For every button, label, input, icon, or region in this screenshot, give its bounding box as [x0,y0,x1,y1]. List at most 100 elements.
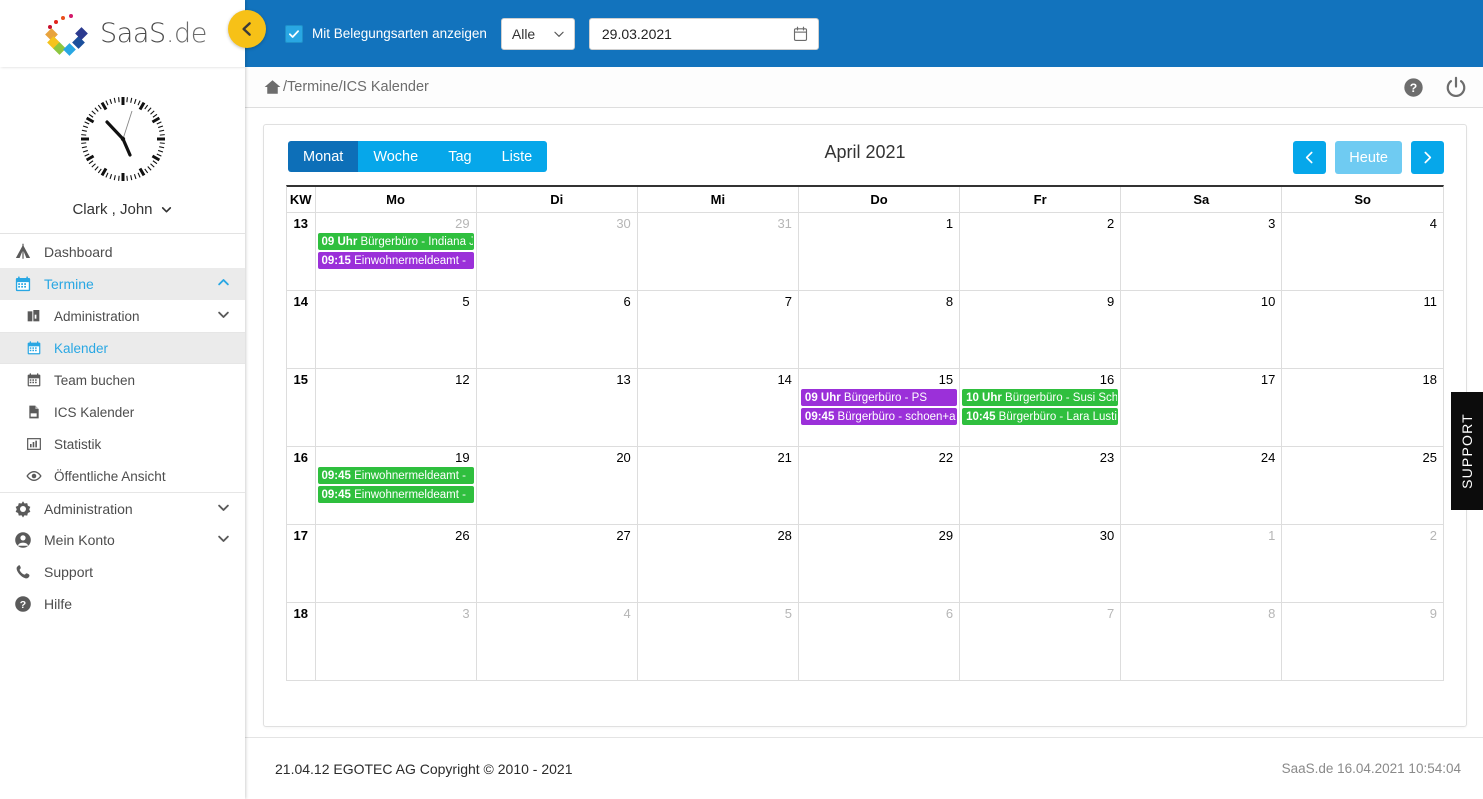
calendar-day-cell[interactable]: 4 [476,602,638,680]
calendar-day-cell[interactable]: 5 [637,602,799,680]
calendar-day-number: 25 [1422,449,1437,465]
calendar-day-cell[interactable]: 20 [476,446,638,525]
calendar-day-cell[interactable]: 9 [1282,602,1443,680]
calendar-day-cell[interactable]: 8 [1120,602,1283,680]
calendar-day-cell[interactable]: 21 [637,446,799,525]
calendar-event[interactable]: 09 Uhr Bürgerbüro - PS [800,388,958,406]
calendar-day-cell[interactable]: 12 [315,368,477,447]
calendar-week-row: 14 5 6 7 8 9 10 11 [287,290,1443,369]
sidebar-item-label: Kalender [54,340,109,356]
calendar-prev-button[interactable] [1293,141,1327,174]
sidebar-item-kalender[interactable]: Kalender [0,332,245,364]
calendar-day-cell[interactable]: 2 [959,212,1122,291]
calendar-event[interactable]: 09:15 Einwohnermeldeamt - [317,251,474,269]
calendar-day-cell[interactable]: 6 [476,290,638,369]
calendar-today-button[interactable]: Heute [1335,141,1402,174]
chevron-down-icon [161,207,171,213]
calendar-day-cell[interactable]: 13 [476,368,638,447]
home-icon[interactable] [263,78,282,96]
sidebar-item-mein-konto[interactable]: Mein Konto [0,524,245,556]
chevron-down-icon[interactable] [216,500,231,518]
sidebar-item-label: Statistik [54,436,102,452]
calendar-day-cell[interactable]: 1 [1120,524,1283,603]
calendar-icon[interactable] [793,26,808,42]
sidebar-item-hilfe[interactable]: ? Hilfe [0,588,245,620]
svg-text:?: ? [20,599,26,611]
calendar-day-cell[interactable]: 30 [476,212,638,291]
calendar-table: KW Mo Di Mi Do Fr Sa So 13 29 09 Uhr Bürgerbüro -… [287,187,1443,680]
show-occupancy-checkbox[interactable] [285,24,303,43]
calendar-day-cell[interactable]: 15 09 Uhr Bürgerbüro - PS 09:45 Bürgerbüro… [798,368,961,447]
calendar-day-cell[interactable]: 19 09:45 Einwohnermeldeamt - 09:45 Einwoh… [315,446,477,525]
sidebar-item-administration[interactable]: Administration [0,300,245,332]
occupancy-type-select[interactable]: Alle [500,17,575,50]
logout-button[interactable] [1445,76,1467,98]
sidebar-item-administration[interactable]: Administration [0,492,245,524]
calendar-event[interactable]: 09:45 Einwohnermeldeamt - [317,466,474,484]
sidebar-item-ics-kalender[interactable]: ICS Kalender [0,396,245,428]
calendar-day-cell[interactable]: 2 [1281,524,1443,603]
calendar-day-cell[interactable]: 9 [959,290,1122,369]
calendar-day-cell[interactable]: 7 [959,602,1122,680]
calendar-next-button[interactable] [1411,141,1444,174]
calendar-day-cell[interactable]: 7 [637,290,799,369]
support-tab[interactable]: SUPPORT [1451,392,1483,510]
calendar-day-number: 24 [1260,449,1276,465]
calendar-day-number: 21 [777,449,792,465]
calendar-day-cell[interactable]: 18 [1281,368,1443,447]
calendar-day-cell[interactable]: 29 09 Uhr Bürgerbüro - Indiana J 09:15 Ein… [315,212,477,291]
help-button[interactable]: ? [1403,77,1424,98]
calendar-day-cell[interactable]: 5 [315,290,477,369]
calendar-day-cell[interactable]: 31 [637,212,799,291]
chevron-up-icon [218,279,229,286]
chevron-up-icon[interactable] [216,275,231,293]
sidebar-item-statistik[interactable]: Statistik [0,428,245,460]
calendar-day-cell[interactable]: 22 [798,446,961,525]
calendar-day-cell[interactable]: 29 [798,524,961,603]
calendar-event[interactable]: 10:45 Bürgerbüro - Lara Lusti [962,407,1119,425]
calendar-day-cell[interactable]: 8 [798,290,961,369]
calendar-day-cell[interactable]: 28 [637,524,799,603]
calendar-grid: KW Mo Di Mi Do Fr Sa So 13 29 09 Uhr Bürgerbüro -… [286,185,1444,681]
calendar-day-cell[interactable]: 23 [959,446,1122,525]
calendar-event-title: Bürgerbüro - PS [840,391,928,404]
calendar-day-cell[interactable]: 26 [315,524,477,603]
calendar-day-cell[interactable]: 10 [1120,290,1283,369]
sidebar-item-termine[interactable]: Termine [0,268,245,300]
calendar-day-number: 9 [1106,293,1115,309]
chevron-down-icon[interactable] [216,531,231,549]
calendar-event[interactable]: 09 Uhr Bürgerbüro - Indiana J [317,232,474,250]
calendar-day-cell[interactable]: 1 [798,212,961,291]
calendar-col-di: Di [476,187,638,213]
calendar-day-number: 10 [1260,293,1276,309]
calendar-day-cell[interactable]: 24 [1120,446,1283,525]
calendar-event[interactable]: 09:45 Bürgerbüro - schoen+a [800,407,958,425]
calendar-col-mo: Mo [315,187,477,213]
profile-name[interactable]: Clark , John [72,201,172,218]
check-icon [289,29,299,38]
calendar-day-cell[interactable]: 27 [476,524,638,603]
calendar-day-cell[interactable]: 3 [315,602,477,680]
sidebar-item-support[interactable]: Support [0,556,245,588]
date-field[interactable] [588,17,819,50]
calendar-event[interactable]: 10 Uhr Bürgerbüro - Susi Sch [962,388,1119,406]
calendar-day-cell[interactable]: 16 10 Uhr Bürgerbüro - Susi Sch 10:45 Bürg… [959,368,1122,447]
calendar-day-cell[interactable]: 6 [798,602,961,680]
sidebar-item-ffentliche-ansicht[interactable]: Öffentliche Ansicht [0,460,245,492]
calendar-day-cell[interactable]: 11 [1281,290,1443,369]
calendar-day-cell[interactable]: 17 [1120,368,1283,447]
top-bar: SaaS.de Mit Belegungsarten anzeigen Alle [0,0,1483,67]
sidebar-item-label: Support [44,564,94,580]
chevron-down-icon[interactable] [216,307,231,325]
sidebar-collapse-button[interactable] [228,10,266,48]
calendar-day-cell[interactable]: 3 [1120,212,1283,291]
date-input[interactable] [601,25,782,42]
sidebar-item-dashboard[interactable]: Dashboard [0,236,245,268]
calendar-event[interactable]: 09:45 Einwohnermeldeamt - [317,485,474,503]
calendar-day-cell[interactable]: 14 [637,368,799,447]
analog-clock-icon [73,89,173,189]
calendar-day-cell[interactable]: 30 [959,524,1122,603]
calendar-day-cell[interactable]: 4 [1281,212,1443,291]
sidebar-item-team-buchen[interactable]: Team buchen [0,364,245,396]
calendar-day-cell[interactable]: 25 [1281,446,1443,525]
